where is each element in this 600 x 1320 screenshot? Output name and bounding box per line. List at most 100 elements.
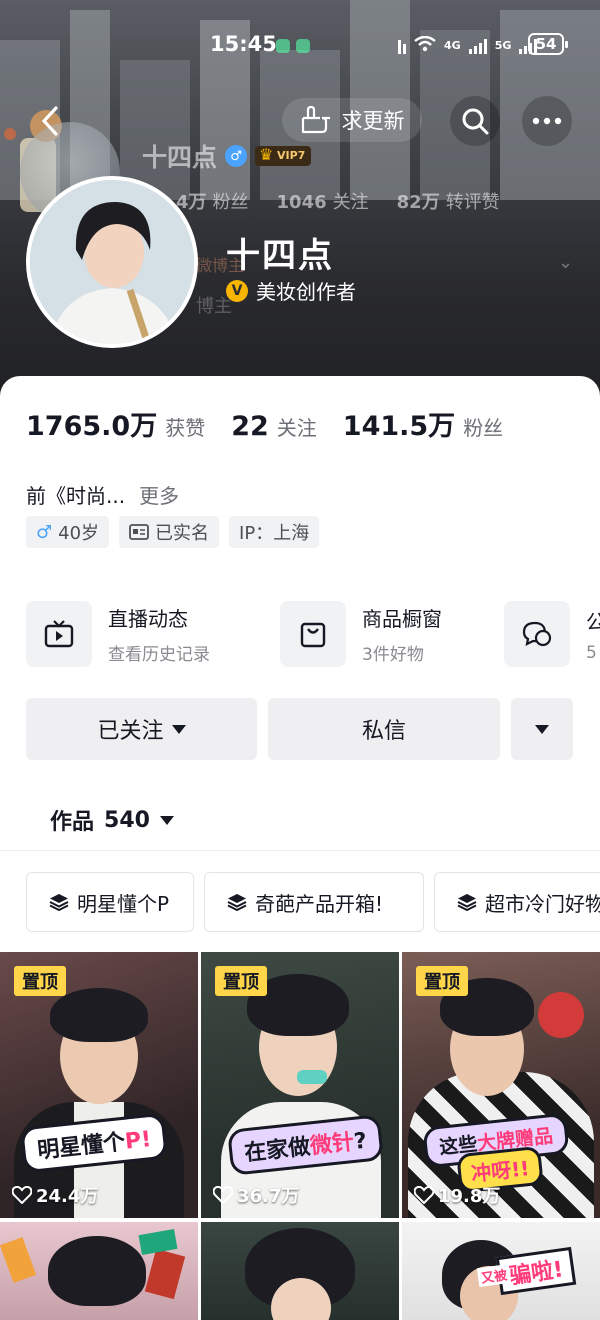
- faded-profile-name: 十四点 ♂ VIP7: [142, 138, 312, 174]
- video-grid: 置顶 明星懂个P! 24.4万 置顶 在家做微针? 36.7万 置顶 这些大牌赠…: [0, 952, 600, 1320]
- chevron-left-icon: [41, 106, 58, 136]
- profile-tags: ♂ 40岁 已实名 IP：上海: [26, 516, 320, 548]
- back-button[interactable]: [32, 102, 70, 140]
- collection-chip[interactable]: 超市冷门好物: [434, 872, 600, 932]
- verified-badge-icon: V: [226, 279, 248, 302]
- feature-shop-subtitle: 3件好物: [362, 645, 424, 665]
- video-likes: 36.7万: [213, 1182, 299, 1208]
- heart-icon: [12, 1186, 32, 1204]
- more-options-button[interactable]: [522, 96, 572, 146]
- tag-ip: IP：上海: [229, 516, 320, 548]
- video-likes-count: 24.4万: [36, 1186, 99, 1207]
- collection-label: 明星懂个P: [77, 891, 170, 916]
- video-likes-count: 19.8万: [438, 1186, 501, 1207]
- works-label: 作品: [50, 810, 95, 835]
- layers-icon: [49, 894, 69, 912]
- video-tile[interactable]: [201, 1222, 399, 1320]
- tag-verified: 已实名: [119, 516, 220, 548]
- collection-chip[interactable]: 明星懂个P: [26, 872, 194, 932]
- video-tile[interactable]: 置顶 这些大牌赠品 冲呀!! 19.8万: [402, 952, 600, 1218]
- network-label-b: 5G: [494, 39, 512, 52]
- pinned-badge: 置顶: [416, 966, 468, 996]
- video-likes: 24.4万: [12, 1182, 98, 1208]
- signal-a-icon: [468, 38, 487, 54]
- pinned-badge: 置顶: [14, 966, 66, 996]
- caret-down-icon: [171, 724, 186, 734]
- feature-shop[interactable]: 商品橱窗 3件好物: [280, 598, 442, 670]
- creator-verification: V 美妆创作者: [226, 276, 356, 305]
- feature-shop-title: 商品橱窗: [362, 607, 442, 631]
- battery-indicator: 54: [528, 33, 568, 55]
- chevron-down-icon: ⌄: [558, 252, 574, 273]
- pinned-badge: 置顶: [215, 966, 267, 996]
- faded-stat-fans: 4万 粉丝: [176, 192, 249, 213]
- chat-icon: [504, 601, 570, 667]
- search-button[interactable]: [450, 96, 500, 146]
- profile-bio: 前《时尚... 更多: [26, 480, 179, 509]
- more-dots-icon: [532, 117, 562, 125]
- avatar[interactable]: [26, 176, 198, 348]
- video-tile[interactable]: 置顶 在家做微针? 36.7万: [201, 952, 399, 1218]
- feature-live-title: 直播动态: [108, 607, 188, 631]
- feature-entries: 直播动态 查看历史记录 商品橱窗 3件好物 公 5: [26, 598, 600, 670]
- search-icon: [462, 108, 489, 135]
- tag-verified-text: 已实名: [155, 523, 210, 544]
- message-label: 私信: [361, 719, 406, 744]
- caret-down-icon: [535, 724, 549, 734]
- layers-icon: [227, 894, 247, 912]
- profile-header: 15:45 4G 5G 54 求更新 十四点 ♂ ♛ VIP7 4万 粉丝 10…: [0, 0, 600, 400]
- video-tile[interactable]: [0, 1222, 198, 1320]
- faded-stat-reposts: 82万 转评赞: [396, 192, 500, 213]
- tv-icon: [26, 601, 92, 667]
- male-icon: ♂: [36, 521, 53, 543]
- network-label-a: 4G: [444, 39, 461, 52]
- heart-icon: [414, 1186, 434, 1204]
- tag-age-text: 40岁: [58, 523, 100, 544]
- followed-button[interactable]: 已关注: [26, 698, 257, 760]
- works-count: 540: [104, 807, 150, 833]
- collections-row: 明星懂个P 奇葩产品开箱! 超市冷门好物: [26, 872, 600, 932]
- works-tab[interactable]: 作品 540: [50, 804, 174, 836]
- request-update-button[interactable]: 求更新: [282, 98, 422, 142]
- id-card-icon: [129, 524, 149, 540]
- collection-label: 奇葩产品开箱!: [255, 891, 384, 916]
- profile-name: 十四点: [226, 236, 334, 276]
- status-time: 15:45: [210, 32, 277, 56]
- bio-text: 前《时尚...: [26, 484, 126, 508]
- faded-stat-following: 1046 关注: [276, 192, 369, 213]
- message-button[interactable]: 私信: [268, 698, 500, 760]
- avatar-photo: [30, 180, 194, 344]
- followed-label: 已关注: [97, 719, 164, 744]
- section-divider: [0, 850, 600, 851]
- video-likes-count: 36.7万: [237, 1186, 300, 1207]
- followers-count[interactable]: 141.5万: [343, 404, 455, 443]
- status-bar: 15:45 4G 5G 54: [0, 30, 600, 60]
- collection-chip[interactable]: 奇葩产品开箱!: [204, 872, 424, 932]
- vip-badge: VIP7: [255, 145, 312, 166]
- action-buttons: 已关注 私信: [26, 698, 574, 760]
- faded-stats: 4万 粉丝 1046 关注 82万 转评赞: [176, 188, 500, 214]
- video-tile[interactable]: 置顶 明星懂个P! 24.4万: [0, 952, 198, 1218]
- profile-stats: 1765.0万 获赞 22 关注 141.5万 粉丝: [26, 404, 529, 443]
- video-tile[interactable]: 骗啦! 又被: [402, 1222, 600, 1320]
- signal-indicators: 4G 5G: [398, 35, 538, 55]
- likes-count[interactable]: 1765.0万: [26, 404, 157, 443]
- tag-age: ♂ 40岁: [26, 516, 110, 548]
- caret-down-icon: [159, 815, 174, 825]
- collection-label: 超市冷门好物: [485, 891, 600, 916]
- expand-button[interactable]: [511, 698, 573, 760]
- vibrate-icon: [398, 38, 406, 54]
- feature-group-chat[interactable]: 公 5: [504, 598, 600, 670]
- verification-label: 美妆创作者: [256, 280, 356, 304]
- video-likes: 19.8万: [414, 1182, 500, 1208]
- pointing-hand-icon: [301, 106, 330, 134]
- bio-more-link[interactable]: 更多: [139, 484, 179, 508]
- tag-ip-text: IP：上海: [239, 523, 310, 544]
- feature-live[interactable]: 直播动态 查看历史记录: [26, 598, 210, 670]
- male-badge-icon: ♂: [225, 145, 248, 167]
- faded-name-text: 十四点: [142, 143, 218, 172]
- layers-icon: [457, 894, 477, 912]
- shopping-bag-icon: [280, 601, 346, 667]
- likes-label: 获赞: [165, 416, 206, 440]
- following-count[interactable]: 22: [231, 411, 269, 442]
